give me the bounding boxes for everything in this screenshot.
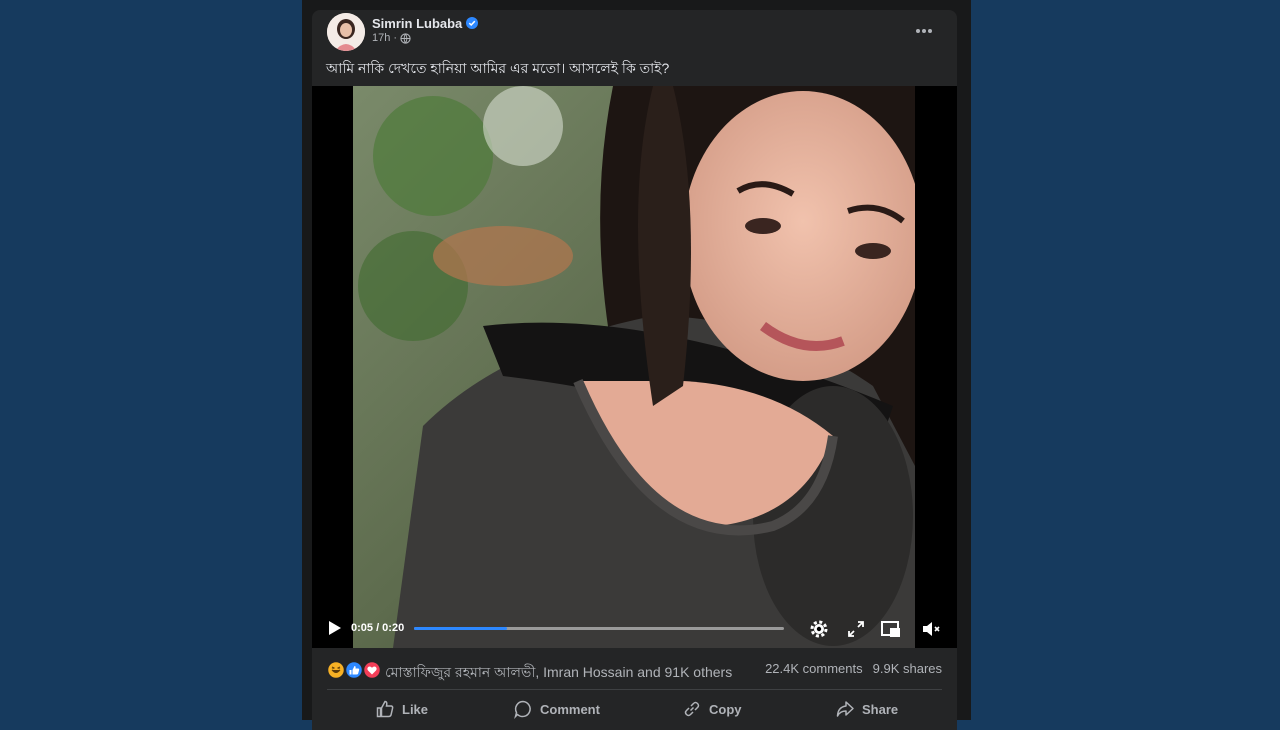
more-options-button[interactable] <box>911 18 937 44</box>
share-button[interactable]: Share <box>835 696 898 722</box>
post-actions: Like Comment Copy Share <box>327 696 942 722</box>
reaction-names[interactable]: মোস্তাফিজুর রহমান আলভী, Imran Hossain an… <box>385 661 732 685</box>
post-time[interactable]: 17h <box>372 32 390 44</box>
comment-label: Comment <box>540 701 600 717</box>
settings-gear-icon[interactable] <box>808 618 830 640</box>
muted-volume-icon[interactable] <box>920 618 942 640</box>
author-avatar[interactable] <box>327 13 365 51</box>
verified-badge-icon <box>466 17 479 29</box>
actions-divider <box>327 689 942 690</box>
meta-separator: · <box>393 32 398 44</box>
reactions-summary: মোস্তাফিজুর রহমান আলভী, Imran Hossain an… <box>327 660 942 680</box>
share-arrow-icon <box>836 701 854 717</box>
video-thumbnail <box>353 86 915 648</box>
comment-icon <box>514 700 531 719</box>
share-label: Share <box>862 701 899 717</box>
post-stats: 22.4K comments 9.9K shares <box>765 661 942 676</box>
like-label: Like <box>402 701 429 717</box>
thumbs-up-icon <box>376 700 394 718</box>
play-icon[interactable] <box>324 618 344 638</box>
like-icon <box>344 661 364 679</box>
video-progress-fill <box>414 627 507 630</box>
globe-icon <box>400 32 411 44</box>
copy-label: Copy <box>709 701 742 717</box>
love-icon <box>362 661 382 679</box>
haha-icon <box>327 661 346 679</box>
post-card: Simrin Lubaba 17h · আমি নাকি দেখতে হানিয… <box>312 10 957 730</box>
link-icon <box>684 701 700 717</box>
video-controls: 0:05 / 0:20 <box>312 614 957 644</box>
post-meta: 17h · <box>372 32 411 44</box>
more-dots-icon <box>916 29 932 33</box>
post-caption: আমি নাকি দেখতে হানিয়া আমির এর মতো। আসলে… <box>326 60 670 76</box>
video-frame <box>353 86 915 648</box>
shares-count[interactable]: 9.9K shares <box>873 661 942 676</box>
reaction-icons[interactable] <box>327 661 383 679</box>
video-progress-bar[interactable] <box>414 627 784 630</box>
comments-count[interactable]: 22.4K comments <box>765 661 863 676</box>
comment-button[interactable]: Comment <box>513 696 600 722</box>
author-row: Simrin Lubaba <box>372 14 479 32</box>
fullscreen-icon[interactable] <box>845 618 867 640</box>
author-name[interactable]: Simrin Lubaba <box>372 16 462 31</box>
like-button[interactable]: Like <box>375 696 428 722</box>
copy-button[interactable]: Copy <box>682 696 742 722</box>
video-player[interactable]: 0:05 / 0:20 <box>312 86 957 648</box>
video-time: 0:05 / 0:20 <box>351 622 405 634</box>
picture-in-picture-icon[interactable] <box>880 618 902 640</box>
